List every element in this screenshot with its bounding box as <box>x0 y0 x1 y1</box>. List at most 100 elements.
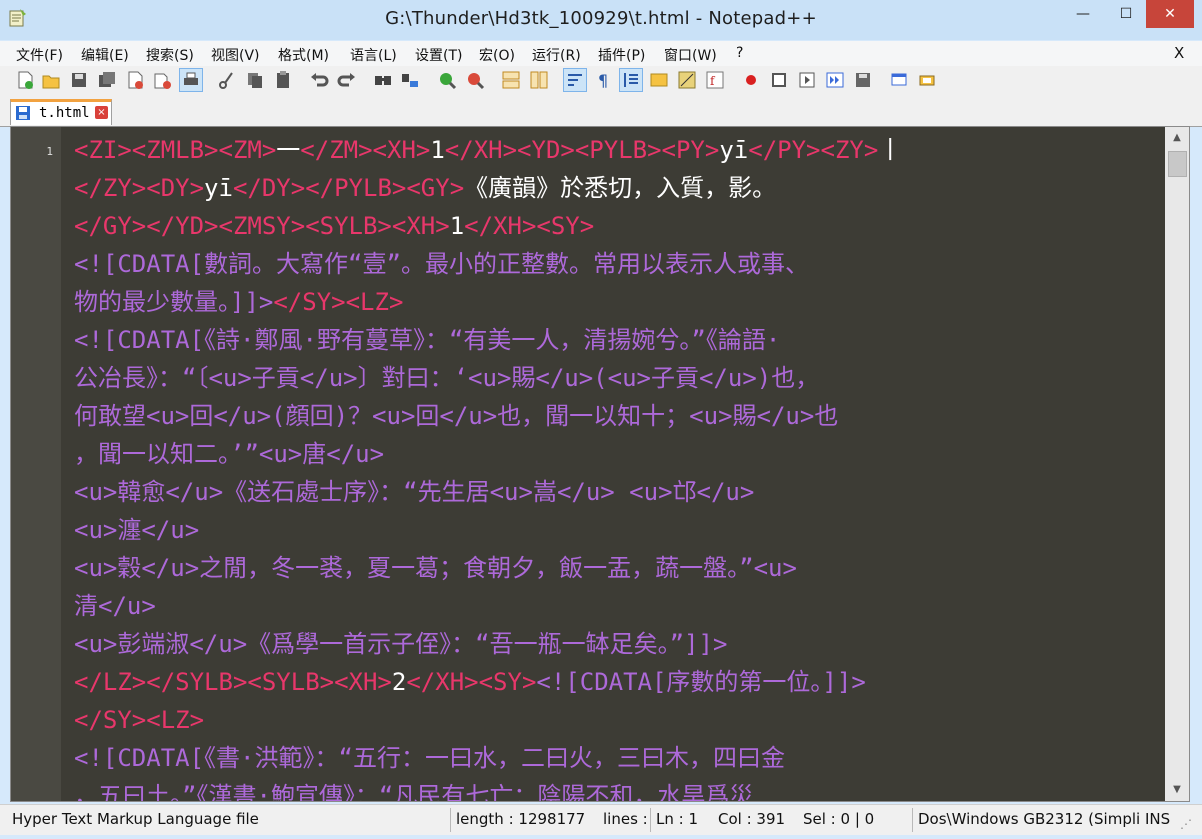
code-tag-token: </LZ></SYLB><SYLB><XH> <box>74 668 392 696</box>
code-line[interactable]: 清</u> <box>74 587 1164 625</box>
tab-t-html[interactable]: t.html × <box>10 99 112 125</box>
document-map-icon[interactable] <box>676 69 698 91</box>
code-line[interactable]: <u>韓愈</u>《送石處士序》：“先生居<u>嵩</u> <u>邙</u> <box>74 473 1164 511</box>
menu-bar: 文件(F) 编辑(E) 搜索(S) 视图(V) 格式(M) 语言(L) 设置(T… <box>0 40 1202 67</box>
code-line[interactable]: 何敢望<u>回</u>(顔回)？<u>回</u>也，聞一以知十；<u>賜</u>… <box>74 397 1164 435</box>
find-icon[interactable] <box>372 69 394 91</box>
status-file-type: Hyper Text Markup Language file <box>12 810 259 828</box>
replace-icon[interactable] <box>400 69 422 91</box>
menu-run[interactable]: 运行(R) <box>532 45 581 65</box>
code-line[interactable]: <u>彭端淑</u>《爲學一首示子侄》：“吾一瓶一缽足矣。”]]> <box>74 625 1164 663</box>
tab-bar: t.html × <box>0 96 1202 127</box>
tab-close-icon[interactable]: × <box>95 106 108 119</box>
indent-guide-icon[interactable] <box>619 68 643 92</box>
minimize-button[interactable]: — <box>1060 0 1106 28</box>
code-line[interactable]: <ZI><ZMLB><ZM>一</ZM><XH>1</XH><YD><PYLB>… <box>74 131 1164 169</box>
close-document-button[interactable]: X <box>1174 44 1184 62</box>
code-text-token: 一 <box>276 136 301 164</box>
fold-margin <box>61 127 69 801</box>
code-line[interactable]: </SY><LZ> <box>74 701 1164 739</box>
sync-horizontal-icon[interactable] <box>528 69 550 91</box>
code-line[interactable]: <u>瀍</u> <box>74 511 1164 549</box>
print-icon[interactable] <box>179 68 203 92</box>
status-lines: lines : <box>603 810 648 828</box>
status-column: Col : 391 <box>718 810 786 828</box>
code-text-token: yī <box>719 136 749 164</box>
zoom-in-icon[interactable] <box>436 69 458 91</box>
record-macro-icon[interactable] <box>740 69 762 91</box>
code-line[interactable]: </ZY><DY>yī</DY></PYLB><GY>《廣韻》於悉切，入質，影。 <box>74 169 1164 207</box>
paste-icon[interactable] <box>272 69 294 91</box>
menu-edit[interactable]: 编辑(E) <box>81 45 129 65</box>
menu-window[interactable]: 窗口(W) <box>664 45 717 65</box>
scroll-up-arrow-icon[interactable]: ▲ <box>1165 127 1189 149</box>
code-cdata-token: <u>彭端淑</u>《爲學一首示子侄》：“吾一瓶一缽足矣。”]]> <box>74 630 728 658</box>
code-cdata-token: <u>穀</u>之閒，冬一裘，夏一葛；食朝夕，飯一盂，蔬一盤。”<u> <box>74 554 797 582</box>
redo-icon[interactable] <box>336 69 358 91</box>
sync-vertical-icon[interactable] <box>500 69 522 91</box>
menu-view[interactable]: 视图(V) <box>211 45 260 65</box>
function-list-icon[interactable]: f <box>704 69 726 91</box>
code-cdata-token: <![CDATA[序數的第一位。]]> <box>536 668 866 696</box>
code-cdata-token: <![CDATA[《詩·鄭風·野有蔓草》：“有美一人，清揚婉兮。”《論語· <box>74 326 781 354</box>
code-cdata-token: <u>瀍</u> <box>74 516 200 544</box>
vertical-scrollbar[interactable]: ▲ ▼ <box>1165 127 1189 801</box>
menu-format[interactable]: 格式(M) <box>278 45 329 65</box>
zoom-out-icon[interactable] <box>464 69 486 91</box>
code-line[interactable]: </LZ></SYLB><SYLB><XH>2</XH><SY><![CDATA… <box>74 663 1164 701</box>
code-text-area[interactable]: <ZI><ZMLB><ZM>一</ZM><XH>1</XH><YD><PYLB>… <box>74 131 1164 802</box>
save-all-icon[interactable] <box>96 69 118 91</box>
open-file-icon[interactable] <box>40 69 62 91</box>
close-all-icon[interactable] <box>152 69 174 91</box>
code-line[interactable]: ，五曰土。”《漢書·鮑宣傳》：“凡民有七亡：陰陽不和，水旱爲災 <box>74 777 1164 802</box>
close-icon[interactable] <box>124 69 146 91</box>
code-cdata-token: 公冶長》：“〔<u>子貢</u>〕對曰：‘<u>賜</u>(<u>子貢</u>)… <box>74 364 820 392</box>
cut-icon[interactable] <box>216 69 238 91</box>
code-cdata-token: ，五曰土。”《漢書·鮑宣傳》：“凡民有七亡：陰陽不和，水旱爲災 <box>74 782 754 802</box>
user-define-language-icon[interactable] <box>648 69 670 91</box>
menu-file[interactable]: 文件(F) <box>16 45 63 65</box>
word-wrap-icon[interactable] <box>563 68 587 92</box>
menu-settings[interactable]: 设置(T) <box>415 45 462 65</box>
svg-text:¶: ¶ <box>598 71 608 90</box>
undo-icon[interactable] <box>308 69 330 91</box>
stop-record-icon[interactable] <box>768 69 790 91</box>
menu-search[interactable]: 搜索(S) <box>146 45 194 65</box>
menu-plugins[interactable]: 插件(P) <box>598 45 645 65</box>
scroll-down-arrow-icon[interactable]: ▼ <box>1165 779 1189 801</box>
editor-pane[interactable]: 1 <ZI><ZMLB><ZM>一</ZM><XH>1</XH><YD><PYL… <box>10 126 1190 802</box>
code-cdata-token: 何敢望<u>回</u>(顔回)？<u>回</u>也，聞一以知十；<u>賜</u>… <box>74 402 839 430</box>
code-line[interactable]: <![CDATA[數詞。大寫作“壹”。最小的正整數。常用以表示人或事、 <box>74 245 1164 283</box>
save-icon[interactable] <box>68 69 90 91</box>
code-line[interactable]: <![CDATA[《詩·鄭風·野有蔓草》：“有美一人，清揚婉兮。”《論語· <box>74 321 1164 359</box>
scrollbar-thumb[interactable] <box>1168 151 1187 177</box>
status-separator <box>450 808 451 832</box>
run-macro-multiple-icon[interactable] <box>824 69 846 91</box>
code-tag-token: </SY><LZ> <box>74 706 205 734</box>
menu-help[interactable]: ? <box>736 45 743 61</box>
close-window-button[interactable]: ✕ <box>1146 0 1194 28</box>
line-number-gutter: 1 <box>11 127 61 801</box>
menu-macro[interactable]: 宏(O) <box>479 45 515 65</box>
title-bar: G:\Thunder\Hd3tk_100929\t.html - Notepad… <box>0 0 1202 40</box>
playback-macro-icon[interactable] <box>796 69 818 91</box>
maximize-button[interactable]: ☐ <box>1106 0 1146 28</box>
code-tag-token: </XH><YD><PYLB><PY> <box>444 136 720 164</box>
code-line[interactable]: ，聞一以知二。’”<u>唐</u> <box>74 435 1164 473</box>
code-line[interactable]: </GY></YD><ZMSY><SYLB><XH>1</XH><SY> <box>74 207 1164 245</box>
line-number: 1 <box>46 145 53 158</box>
monitoring-icon[interactable] <box>888 69 910 91</box>
copy-icon[interactable] <box>244 69 266 91</box>
code-line[interactable]: 物的最少數量。]]></SY><LZ> <box>74 283 1164 321</box>
code-line[interactable]: <u>穀</u>之閒，冬一裘，夏一葛；食朝夕，飯一盂，蔬一盤。”<u> <box>74 549 1164 587</box>
save-macro-icon[interactable] <box>852 69 874 91</box>
panel-icon[interactable] <box>916 69 938 91</box>
menu-language[interactable]: 语言(L) <box>350 45 397 65</box>
new-file-icon[interactable] <box>14 69 36 91</box>
code-line[interactable]: 公冶長》：“〔<u>子貢</u>〕對曰：‘<u>賜</u>(<u>子貢</u>)… <box>74 359 1164 397</box>
code-tag-token: </SY><LZ> <box>273 288 404 316</box>
show-all-characters-icon[interactable]: ¶ <box>592 69 614 91</box>
resize-grip-icon[interactable]: ⋰ <box>1180 817 1194 831</box>
code-line[interactable]: <![CDATA[《書·洪範》：“五行：一曰水，二曰火，三曰木，四曰金 <box>74 739 1164 777</box>
code-text-token: 《廣韻》於悉切，入質，影。 <box>464 174 777 202</box>
